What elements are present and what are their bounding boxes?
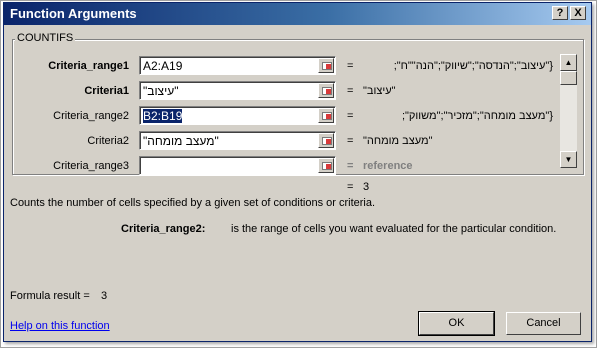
collapse-dialog-icon[interactable]	[318, 158, 334, 173]
ok-button[interactable]: OK	[418, 311, 495, 336]
arg-input-criteria-range2[interactable]: B2:B19	[139, 106, 336, 125]
equals-sign: =	[347, 60, 354, 72]
total-equals-sign: =	[347, 181, 354, 193]
title-bar: Function Arguments ? X	[4, 3, 591, 25]
arg-result-criteria1: "עיצוב"	[363, 85, 396, 97]
scroll-down-icon[interactable]: ▼	[560, 151, 577, 168]
arg-result-criteria-range3: reference	[363, 160, 413, 172]
collapse-dialog-icon[interactable]	[318, 58, 334, 73]
equals-sign: =	[347, 135, 354, 147]
arg-label-criteria-range1: Criteria_range1	[48, 60, 129, 72]
help-title-button[interactable]: ?	[552, 6, 568, 20]
arg-input-criteria-range3[interactable]	[139, 156, 336, 175]
screenshot-frame: Function Arguments ? X COUNTIFS Criteria…	[0, 0, 597, 348]
dialog-title: Function Arguments	[10, 6, 137, 21]
function-arguments-dialog: Function Arguments ? X COUNTIFS Criteria…	[3, 2, 592, 342]
collapse-dialog-icon[interactable]	[318, 133, 334, 148]
arg-value-text: "מעצב מומחה"	[143, 134, 219, 148]
scroll-thumb[interactable]	[560, 71, 577, 85]
equals-sign: =	[347, 160, 354, 172]
arg-input-criteria-range1[interactable]: A2:A19	[139, 56, 336, 75]
arguments-scrollbar[interactable]: ▲ ▼	[560, 54, 577, 168]
arg-result-criteria-range1: {"עיצוב";"הנדסה";"שיווק";"הנה""ח";	[393, 60, 553, 72]
collapse-dialog-icon[interactable]	[318, 83, 334, 98]
arg-label-criteria-range2: Criteria_range2	[53, 110, 129, 122]
formula-result-value: 3	[101, 290, 108, 302]
function-name: COUNTIFS	[15, 32, 76, 44]
arg-help-text: is the range of cells you want evaluated…	[231, 223, 557, 235]
arg-input-criteria2[interactable]: "מעצב מומחה"	[139, 131, 336, 150]
equals-sign: =	[347, 110, 354, 122]
close-title-button[interactable]: X	[570, 6, 586, 20]
arg-result-criteria-range2: {"מעצב מומחה";"מזכיר";"משווק";	[401, 110, 553, 122]
arg-value-text: A2:A19	[143, 59, 183, 73]
equals-sign: =	[347, 85, 354, 97]
formula-result-label: Formula result =	[10, 290, 90, 302]
arg-input-criteria1[interactable]: "עיצוב"	[139, 81, 336, 100]
arg-label-criteria2: Criteria2	[87, 135, 129, 147]
arg-result-criteria2: "מעצב מומחה"	[363, 135, 433, 147]
arg-value-text: "עיצוב"	[143, 84, 179, 98]
collapse-dialog-icon[interactable]	[318, 108, 334, 123]
arg-label-criteria1: Criteria1	[84, 85, 129, 97]
arg-help-name: Criteria_range2:	[121, 223, 206, 235]
help-on-function-link[interactable]: Help on this function	[10, 320, 110, 332]
scroll-up-icon[interactable]: ▲	[560, 54, 577, 71]
total-result: 3	[363, 181, 370, 193]
arg-label-criteria-range3: Criteria_range3	[53, 160, 129, 172]
arg-value-text-selected: B2:B19	[143, 109, 183, 123]
function-description: Counts the number of cells specified by …	[10, 197, 376, 209]
cancel-button[interactable]: Cancel	[506, 312, 581, 335]
